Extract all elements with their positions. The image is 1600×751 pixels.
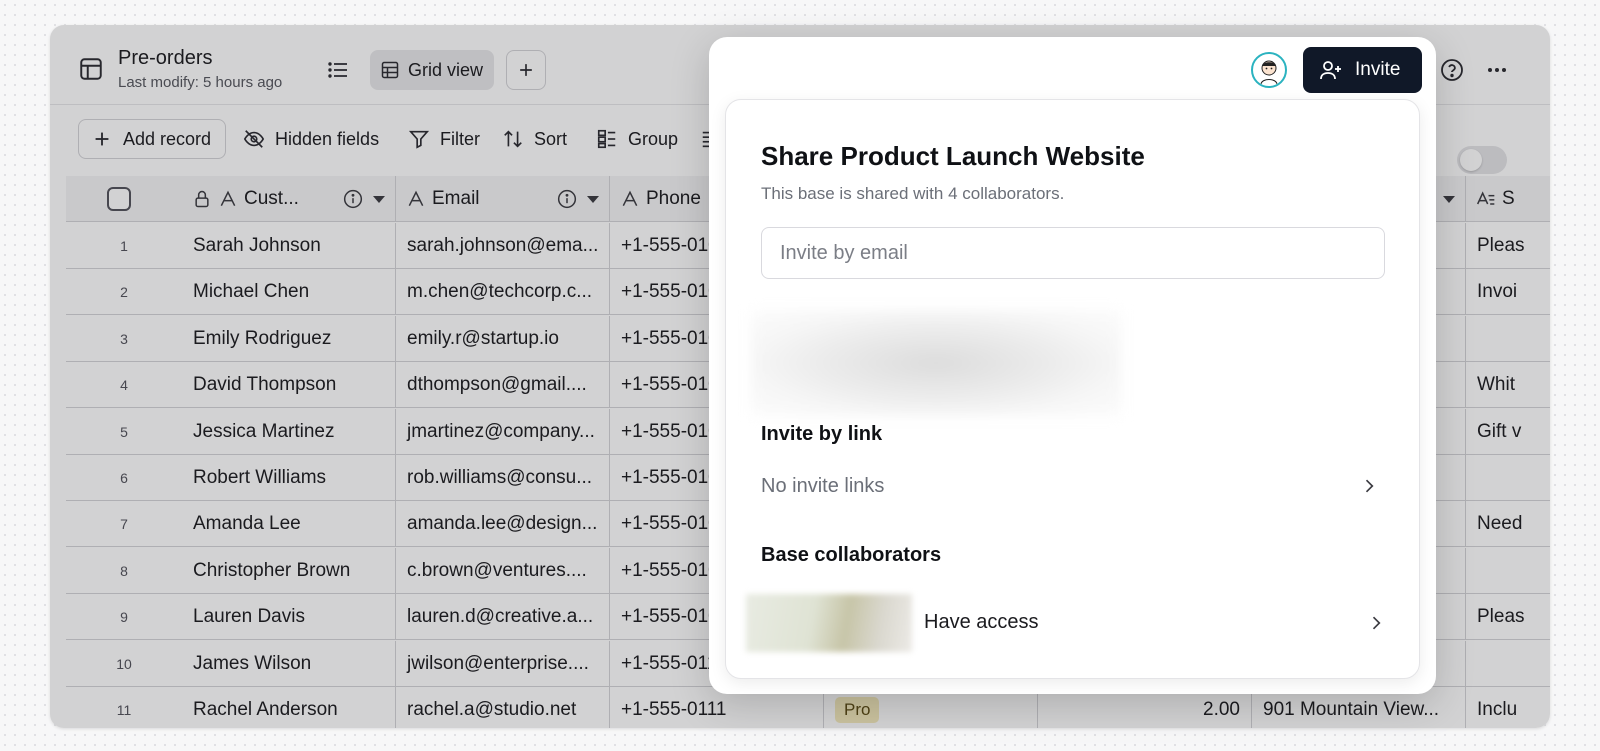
invite-label: Invite — [1355, 59, 1401, 80]
base-collaborators-heading: Base collaborators — [761, 544, 942, 566]
no-invite-links-text: No invite links — [761, 474, 885, 497]
invite-button[interactable]: Invite — [1303, 47, 1422, 93]
avatar[interactable] — [1251, 52, 1287, 88]
invite-links-row[interactable]: No invite links — [761, 468, 1385, 504]
share-dialog: Share Product Launch Website This base i… — [725, 99, 1420, 679]
user-avatar-icon — [1260, 60, 1278, 85]
invite-by-link-heading: Invite by link — [761, 423, 883, 445]
chevron-right-icon — [1372, 616, 1381, 630]
share-dialog-title: Share Product Launch Website — [761, 141, 1145, 171]
blurred-collaborator-avatars — [746, 594, 912, 652]
collaborators-access-row[interactable]: Have access — [746, 594, 1386, 652]
share-dialog-subtitle: This base is shared with 4 collaborators… — [761, 184, 1065, 203]
add-user-icon — [1320, 61, 1341, 80]
invite-email-input[interactable] — [761, 227, 1385, 279]
chevron-right-icon — [1365, 479, 1374, 493]
blurred-collaborator-preview — [751, 310, 1121, 416]
have-access-text: Have access — [924, 611, 1039, 633]
